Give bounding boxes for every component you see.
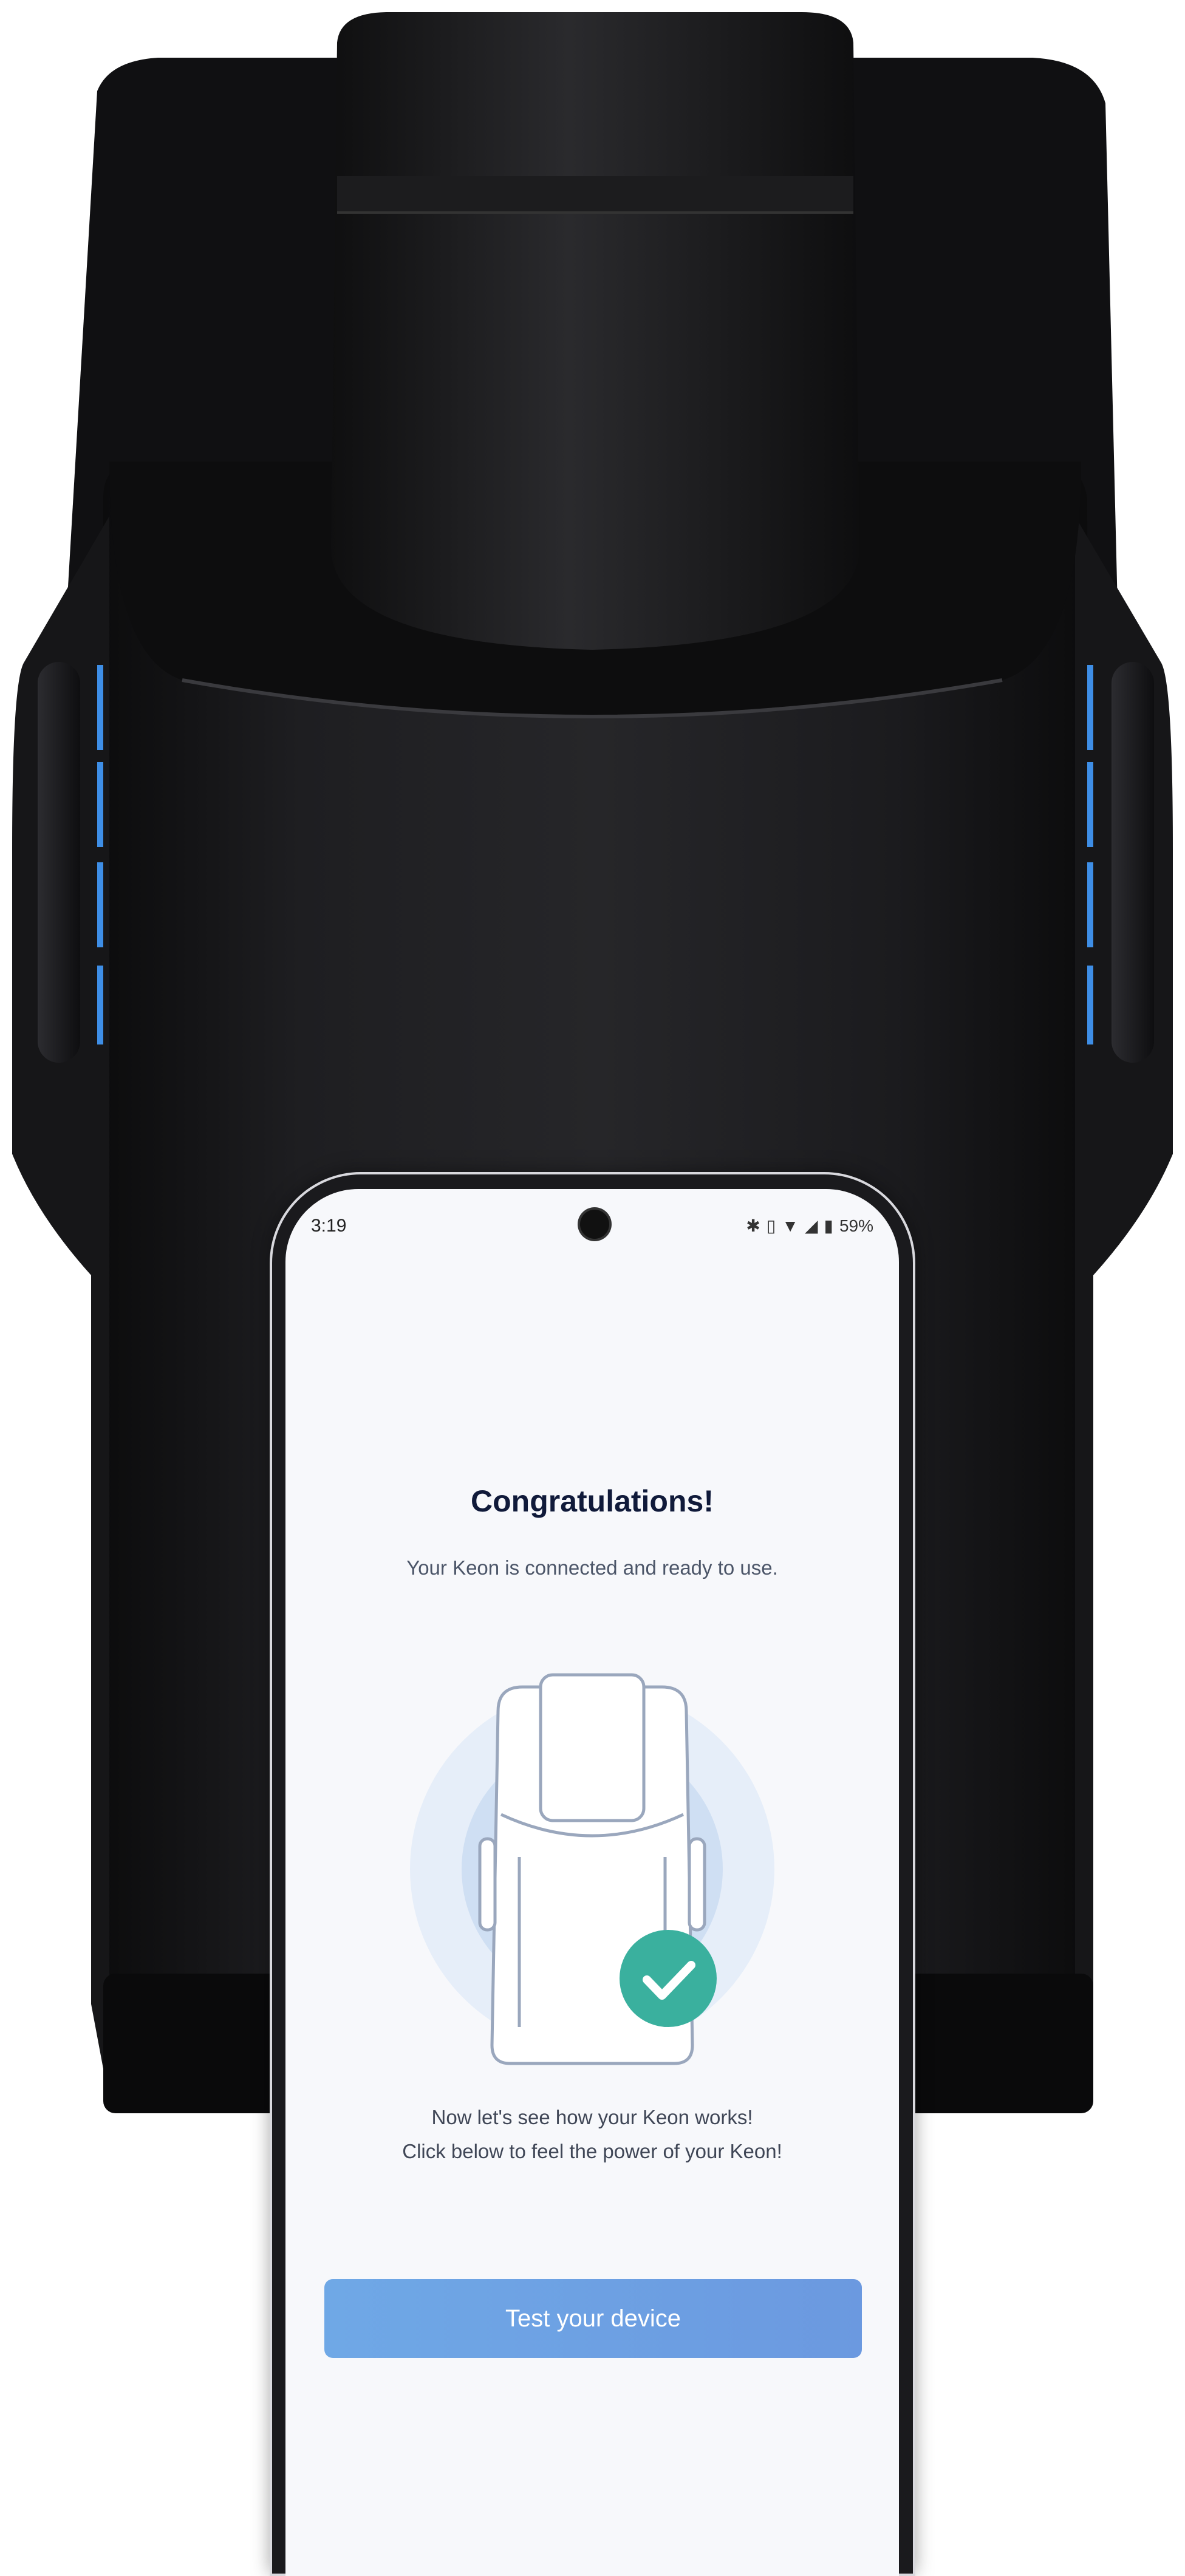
info-text-line-2: Click below to feel the power of your Ke… bbox=[402, 2140, 782, 2162]
wifi-icon: ▼ bbox=[782, 1216, 799, 1235]
battery-icon: ▮ bbox=[824, 1216, 833, 1235]
bluetooth-icon: ✱ bbox=[746, 1216, 760, 1235]
signal-icon: ◢ bbox=[804, 1216, 818, 1235]
right-side-buttons bbox=[1112, 662, 1154, 1063]
status-icons: ✱ ▯ ▼ ◢ ▮ 59% bbox=[746, 1216, 873, 1236]
status-time: 3:19 bbox=[311, 1216, 347, 1236]
battery-percent: 59% bbox=[839, 1216, 873, 1235]
page-title: Congratulations! bbox=[471, 1484, 714, 1518]
vibrate-icon: ▯ bbox=[766, 1216, 776, 1235]
connected-device-illustration bbox=[410, 1673, 774, 2065]
page-subtitle: Your Keon is connected and ready to use. bbox=[406, 1556, 778, 1579]
phone-screen: 3:19 ✱ ▯ ▼ ◢ ▮ 59% Congratulations! Your… bbox=[285, 1189, 899, 2576]
left-side-buttons bbox=[38, 662, 80, 1063]
status-bar: 3:19 ✱ ▯ ▼ ◢ ▮ 59% bbox=[285, 1189, 899, 1256]
product-hero: 3:19 ✱ ▯ ▼ ◢ ▮ 59% Congratulations! Your… bbox=[0, 0, 1185, 2576]
test-device-button[interactable]: Test your device bbox=[324, 2279, 862, 2358]
info-text-line-1: Now let's see how your Keon works! bbox=[431, 2106, 753, 2128]
check-badge bbox=[620, 1930, 717, 2027]
front-camera bbox=[580, 1210, 609, 1239]
